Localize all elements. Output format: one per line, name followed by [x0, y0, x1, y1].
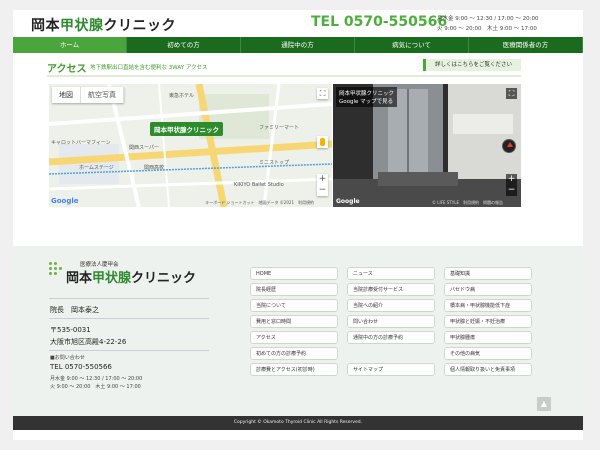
nav-diseases[interactable]: 病気について: [355, 37, 469, 53]
nav-returning[interactable]: 通院中の方: [241, 37, 355, 53]
street-view[interactable]: 岡本甲状腺クリニック Google マップで見る ⛶ + − Google © LI…: [333, 84, 521, 207]
footer-divider: [49, 298, 209, 299]
footer-link[interactable]: ニュース: [347, 267, 435, 280]
footer-logo[interactable]: 岡本甲状腺クリニック: [66, 267, 196, 286]
footer-link[interactable]: サイトマップ: [347, 363, 435, 376]
map-label: ホームステージ: [79, 165, 114, 171]
map-label: 関西スーパー: [129, 145, 159, 151]
footer-link[interactable]: 橋本病・甲状腺機能低下症: [444, 299, 532, 312]
google-logo: Google: [336, 198, 360, 205]
footer-link[interactable]: 問い合わせ: [347, 315, 435, 328]
zoom-in-icon[interactable]: +: [317, 174, 328, 185]
footer-link[interactable]: バセドウ病: [444, 283, 532, 296]
map-label: KIKIYO Ballet Studio: [234, 182, 284, 188]
footer-link[interactable]: アクセス: [250, 331, 338, 344]
map-attribution[interactable]: キーボード ショートカット 地図データ ©2021 利用規約: [205, 200, 314, 206]
map-label: ファミリーマート: [259, 125, 300, 131]
street-view-link[interactable]: Google マップで見る: [339, 97, 394, 105]
logo-prefix: 岡本: [31, 18, 60, 34]
street-view-place: 岡本甲状腺クリニック: [339, 91, 395, 97]
zoom-out-icon[interactable]: −: [317, 185, 328, 196]
footer-hours-line-1: 月水金 9:00 ～ 12:30 / 17:00 ～ 20:00: [50, 376, 143, 382]
pegman-icon[interactable]: [317, 136, 328, 148]
clinic-map-pin[interactable]: 岡本甲状腺クリニック: [150, 122, 223, 136]
footer-link[interactable]: 当院診療受付サービス: [347, 283, 435, 296]
header-hours: 月水金 9:00 ～ 12:30 / 17:00 ～ 20:00 火 9:00 …: [437, 14, 539, 34]
footer-link[interactable]: 費用と窓口時間: [250, 315, 338, 328]
main-nav: ホーム 初めての方 通院中の方 病気について 医療関係者の方: [13, 37, 583, 53]
logo-accent: 甲状腺: [92, 271, 132, 286]
street-view-zoom[interactable]: + −: [506, 174, 517, 196]
footer-contact-label: ■お問い合わせ: [50, 355, 85, 361]
access-title: アクセス: [47, 64, 87, 75]
footer-link[interactable]: 初めての方の診療予約: [250, 347, 338, 360]
street-view-attribution[interactable]: © LIFE STYLE 利用規約 問題の報告: [432, 200, 503, 206]
footer-link[interactable]: 当院について: [250, 299, 338, 312]
footer-link[interactable]: 基礎知識: [444, 267, 532, 280]
copyright: Copyright © Okamoto Thyroid Clinic All R…: [13, 416, 583, 430]
access-divider: [47, 75, 521, 77]
logo-suffix: クリニック: [131, 271, 197, 286]
footer-tel[interactable]: TEL 0570-550566: [50, 363, 112, 371]
logo-suffix: クリニック: [103, 18, 176, 34]
compass-icon[interactable]: [502, 139, 516, 153]
fullscreen-icon[interactable]: ⛶: [506, 88, 517, 99]
hours-line-1: 月水金 9:00 ～ 12:30 / 17:00 ～ 20:00: [437, 16, 539, 22]
map-label: 関西高校: [144, 165, 165, 171]
map-zoom-control[interactable]: + −: [317, 174, 328, 196]
logo-accent: 甲状腺: [60, 18, 104, 34]
footer-link[interactable]: 通院中の方の診療予約: [347, 331, 435, 344]
map-label: キャロットバーマフィーン: [51, 140, 111, 146]
nav-home[interactable]: ホーム: [13, 37, 127, 53]
footer-link[interactable]: その他の病気: [444, 347, 532, 360]
google-map[interactable]: 地図 航空写真 東急ホテル 関西スーパー ファミリーマート キャロットバーマフィ…: [49, 84, 332, 207]
site-header: 岡本甲状腺クリニック TEL 0570-550566 月水金 9:00 ～ 12…: [13, 10, 583, 37]
map-tab-satellite[interactable]: 航空写真: [81, 87, 124, 103]
footer-link[interactable]: 院長経歴: [250, 283, 338, 296]
site-logo[interactable]: 岡本甲状腺クリニック: [31, 15, 176, 35]
footer-postal: 〒535-0031: [50, 326, 91, 334]
header-tel[interactable]: TEL 0570-550566: [311, 14, 447, 30]
footer-hours-line-2: 火 9:00 ～ 20:00 木土 9:00 ～ 17:00: [50, 384, 141, 390]
fullscreen-icon[interactable]: ⛶: [317, 88, 328, 99]
footer-link[interactable]: HOME: [250, 267, 338, 280]
footer-divider: [49, 318, 209, 319]
footer-link[interactable]: 診療費とアクセス(初診時): [250, 363, 338, 376]
hours-line-2: 火 9:00 ～ 20:00 木土 9:00 ～ 17:00: [437, 26, 537, 32]
nav-medical-professionals[interactable]: 医療関係者の方: [469, 37, 583, 53]
map-label: 東急ホテル: [169, 93, 195, 99]
footer-link[interactable]: 甲状腺腫瘍: [444, 331, 532, 344]
footer-address: 大阪市旭区高殿4-22-26: [50, 338, 127, 346]
access-more-button[interactable]: 詳しくはこちらをご覧ください: [423, 59, 521, 71]
footer-logo-dots-icon: [49, 262, 63, 278]
map-type-tabs: 地図 航空写真: [52, 87, 124, 103]
footer-link[interactable]: 当院への紹介: [347, 299, 435, 312]
street-view-title[interactable]: 岡本甲状腺クリニック Google マップで見る: [336, 87, 398, 107]
nav-first-visit[interactable]: 初めての方: [127, 37, 241, 53]
back-to-top-button[interactable]: ▲: [537, 397, 551, 411]
footer-link[interactable]: 個人情報取り扱いと免責事項: [444, 363, 532, 376]
logo-prefix: 岡本: [66, 271, 93, 286]
map-tab-map[interactable]: 地図: [52, 87, 81, 103]
zoom-out-icon[interactable]: −: [506, 185, 517, 196]
map-label: ミニストップ: [259, 160, 290, 166]
google-logo: Google: [51, 197, 79, 205]
footer-link[interactable]: 甲状腺と妊娠・不妊治療: [444, 315, 532, 328]
footer-divider: [49, 350, 209, 351]
access-subtitle: 地下鉄駅出口直結を含む便利な 3WAY アクセス: [90, 65, 208, 71]
footer-sitemap-links: HOME ニュース 基礎知識院長経歴 当院診療受付サービス バセドウ病当院について 当院へ…: [250, 267, 535, 376]
zoom-in-icon[interactable]: +: [506, 174, 517, 185]
footer-director: 院長 岡本泰之: [50, 306, 99, 314]
